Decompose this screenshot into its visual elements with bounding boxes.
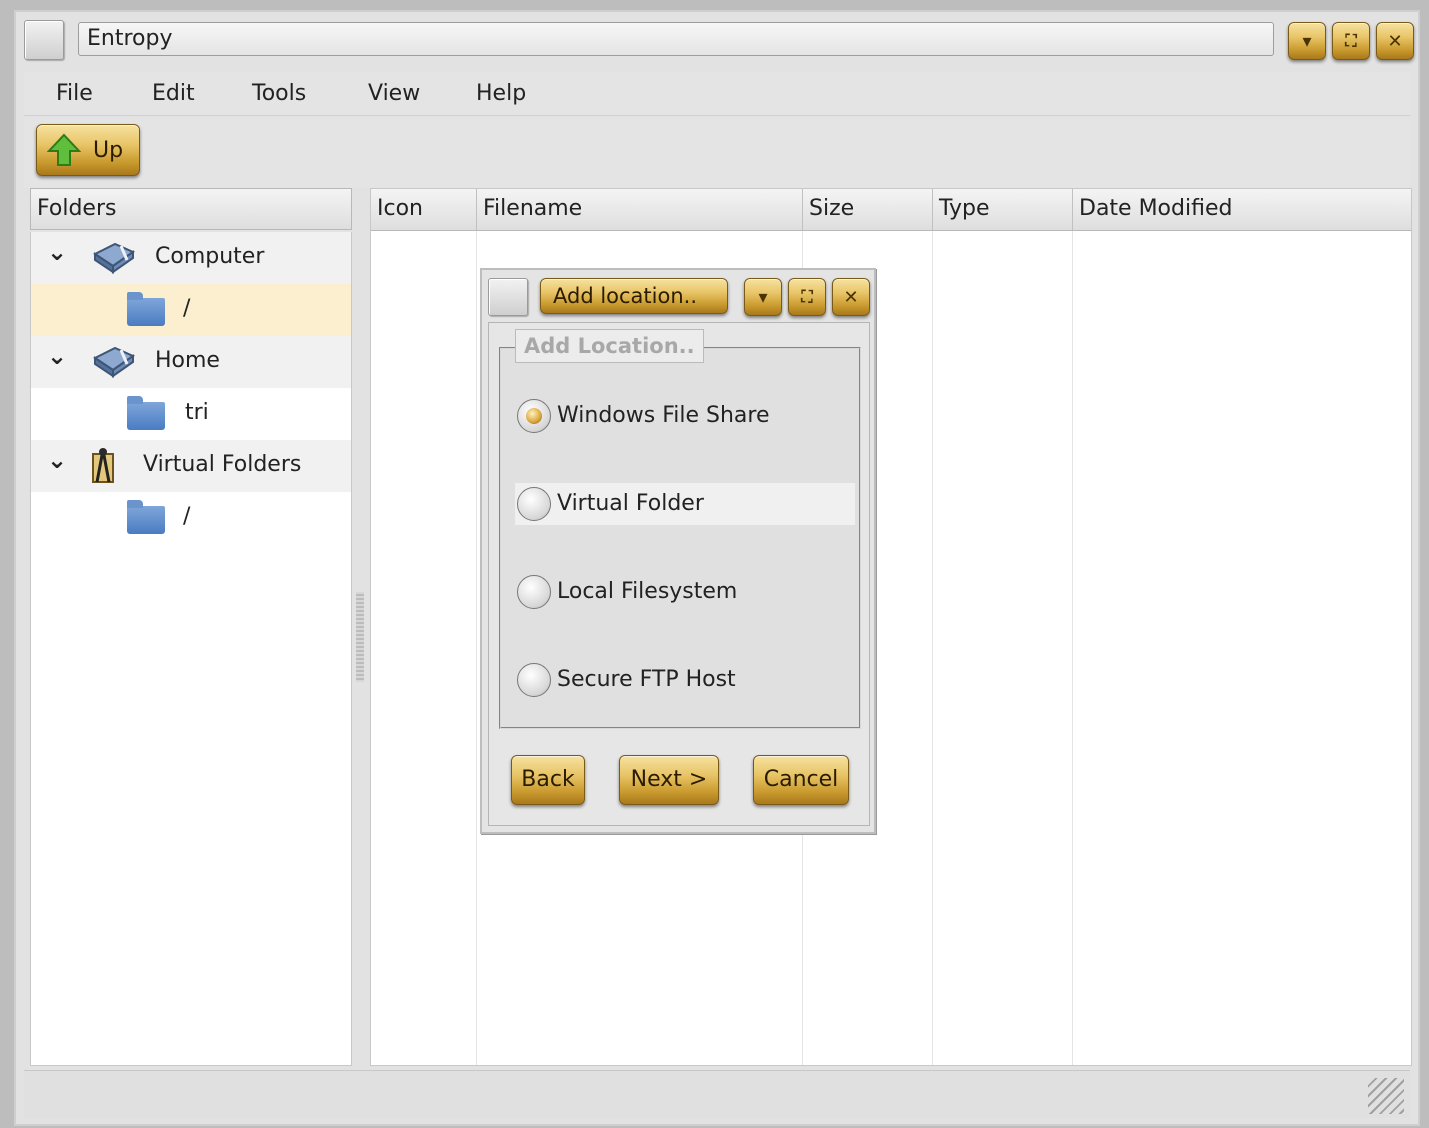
column-divider [932, 231, 933, 1065]
panel-splitter[interactable] [356, 592, 364, 682]
tree-item-virtual-root[interactable]: / [31, 492, 351, 544]
folder-icon [127, 396, 165, 430]
tree-item-virtual-folders[interactable]: ⌄ Virtual Folders [31, 440, 351, 492]
menu-tools[interactable]: Tools [252, 80, 306, 108]
toolbar: Up [24, 118, 1410, 188]
radio-icon[interactable] [517, 575, 551, 609]
expand-chevron-icon[interactable]: ⌄ [47, 342, 67, 370]
minimize-button[interactable]: ▾ [1288, 22, 1326, 60]
dialog-menu-button[interactable] [488, 278, 528, 316]
column-header-icon[interactable]: Icon [371, 189, 477, 231]
dialog-close-button[interactable]: ✕ [832, 278, 870, 316]
folder-icon [127, 292, 165, 326]
close-icon: ✕ [843, 286, 859, 308]
option-label: Secure FTP Host [557, 667, 736, 692]
column-header-type[interactable]: Type [933, 189, 1073, 231]
maximize-button[interactable]: ⛶ [1332, 22, 1370, 60]
group-title: Add Location.. [515, 329, 704, 363]
up-button-label: Up [93, 137, 124, 163]
column-header-filename[interactable]: Filename [477, 189, 803, 231]
close-icon: ✕ [1387, 30, 1403, 52]
tree-item-computer[interactable]: ⌄ Computer [31, 232, 351, 284]
menu-edit[interactable]: Edit [152, 80, 195, 108]
maximize-icon: ⛶ [1345, 31, 1357, 50]
tree-item-tri[interactable]: tri [31, 388, 351, 440]
close-button[interactable]: ✕ [1376, 22, 1414, 60]
expand-chevron-icon[interactable]: ⌄ [47, 446, 67, 474]
location-type-group: Windows File Share Virtual Folder Local … [499, 347, 861, 729]
chevron-down-icon: ▾ [1302, 30, 1312, 52]
up-button[interactable]: Up [36, 124, 140, 176]
tree-item-label: Virtual Folders [143, 452, 302, 477]
drive-icon [93, 346, 136, 378]
status-bar [24, 1070, 1410, 1118]
expand-chevron-icon[interactable]: ⌄ [47, 238, 67, 266]
chevron-down-icon: ▾ [758, 286, 768, 308]
folder-icon [127, 500, 165, 534]
back-button[interactable]: Back [511, 755, 585, 805]
menu-view[interactable]: View [368, 80, 420, 108]
option-windows-file-share[interactable]: Windows File Share [515, 395, 855, 437]
menu-help[interactable]: Help [476, 80, 526, 108]
column-header-size[interactable]: Size [803, 189, 933, 231]
tree-item-label: tri [185, 400, 209, 425]
dialog-content: Windows File Share Virtual Folder Local … [488, 322, 870, 826]
column-header-date-modified[interactable]: Date Modified [1073, 189, 1411, 231]
option-label: Virtual Folder [557, 491, 704, 516]
option-local-filesystem[interactable]: Local Filesystem [515, 571, 855, 613]
up-arrow-icon [47, 133, 81, 166]
folder-tree: ⌄ Computer / ⌄ Home tri ⌄ Virtual Folder… [30, 232, 352, 1066]
tree-item-label: Computer [155, 244, 265, 269]
maximize-icon: ⛶ [801, 287, 813, 306]
dialog-title: Add location.. [540, 278, 728, 314]
option-label: Windows File Share [557, 403, 770, 428]
option-label: Local Filesystem [557, 579, 738, 604]
tree-item-root[interactable]: / [31, 284, 351, 336]
radio-selected-icon[interactable] [517, 399, 551, 433]
column-divider [476, 231, 477, 1065]
resize-grip-icon[interactable] [1368, 1078, 1404, 1114]
add-location-dialog: Add location.. ▾ ⛶ ✕ Windows File Share … [480, 268, 876, 834]
window-title: Entropy [78, 22, 1274, 56]
option-secure-ftp-host[interactable]: Secure FTP Host [515, 659, 855, 701]
radio-icon[interactable] [517, 487, 551, 521]
column-divider [1072, 231, 1073, 1065]
tree-item-home[interactable]: ⌄ Home [31, 336, 351, 388]
dialog-minimize-button[interactable]: ▾ [744, 278, 782, 316]
dialog-maximize-button[interactable]: ⛶ [788, 278, 826, 316]
next-button[interactable]: Next > [619, 755, 719, 805]
radio-icon[interactable] [517, 663, 551, 697]
tree-item-label: / [183, 504, 191, 529]
virtual-folders-icon [92, 448, 114, 483]
tree-item-label: / [183, 296, 191, 321]
menu-bar: File Edit Tools View Help [24, 72, 1410, 116]
option-virtual-folder[interactable]: Virtual Folder [515, 483, 855, 525]
folders-header: Folders [30, 188, 352, 230]
window-menu-button[interactable] [24, 20, 64, 60]
cancel-button[interactable]: Cancel [753, 755, 849, 805]
drive-icon [93, 242, 136, 274]
menu-file[interactable]: File [56, 80, 93, 108]
tree-item-label: Home [155, 348, 220, 373]
